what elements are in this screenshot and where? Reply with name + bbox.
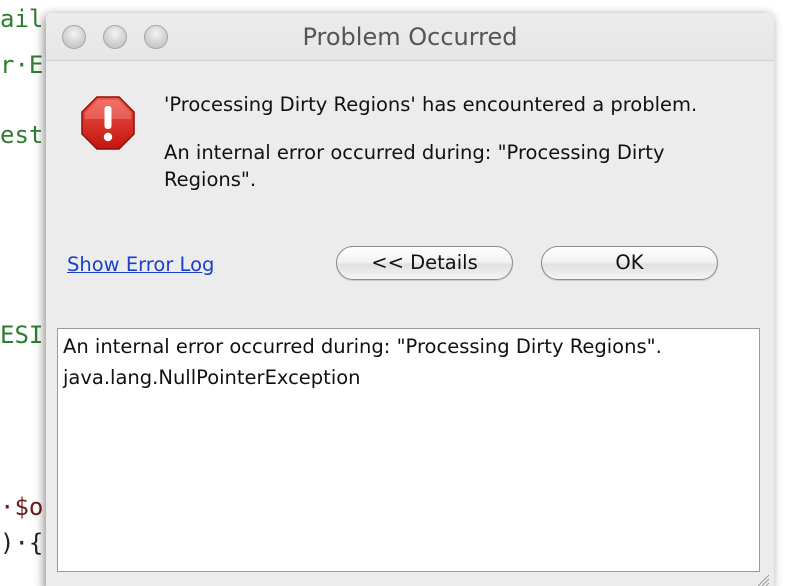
error-headline: 'Processing Dirty Regions' has encounter… [164, 93, 698, 116]
error-octagon-icon [81, 96, 135, 150]
screen: ail r·E est ESI ·$o )·{ Problem Occurred… [0, 0, 800, 586]
resize-grip-icon[interactable] [756, 573, 770, 586]
error-details-textarea[interactable]: An internal error occurred during: "Proc… [57, 328, 760, 572]
ok-button[interactable]: OK [541, 246, 718, 280]
code-line: ail [0, 5, 44, 33]
code-line: ESI [0, 321, 44, 349]
details-button[interactable]: << Details [336, 246, 513, 280]
code-line: r·E [0, 51, 44, 79]
window-title: Problem Occurred [302, 23, 518, 51]
code-line: )·{ [0, 529, 44, 557]
details-line: java.lang.NullPointerException [63, 366, 361, 389]
error-detail-text: An internal error occurred during: "Proc… [164, 141, 665, 191]
title-bar[interactable]: Problem Occurred [46, 13, 774, 61]
code-line: est [0, 121, 44, 149]
code-line: ·$o [0, 493, 44, 521]
problem-dialog: Problem Occurred 'Processing Dirty Regio… [46, 13, 774, 586]
details-line: An internal error occurred during: "Proc… [63, 335, 662, 358]
show-error-log-link[interactable]: Show Error Log [67, 253, 214, 276]
